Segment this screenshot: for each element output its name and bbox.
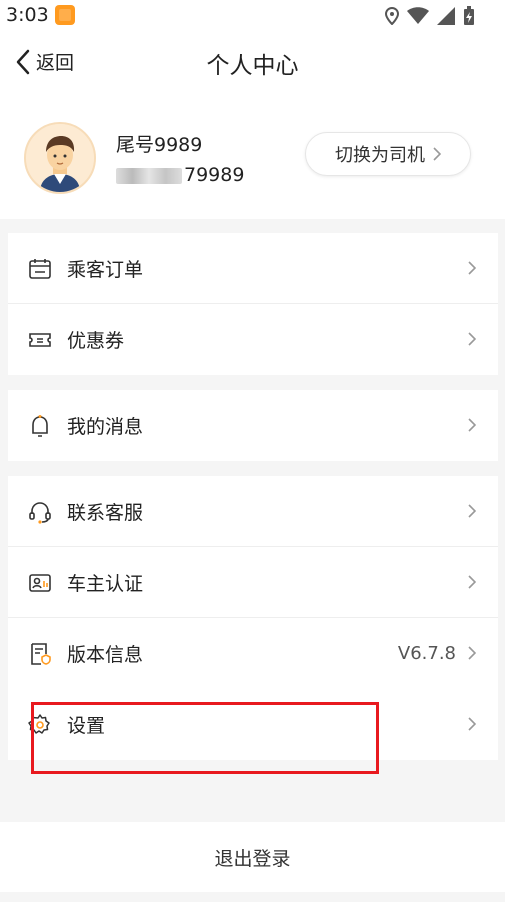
chevron-right-icon (468, 418, 476, 432)
location-icon (385, 7, 399, 25)
masked-phone-prefix (116, 167, 182, 184)
bell-icon (32, 415, 48, 437)
chevron-right-icon (468, 575, 476, 589)
chevron-right-icon (468, 504, 476, 518)
status-time: 3:03 (6, 4, 49, 26)
menu-item-version-info[interactable]: 版本信息 V6.7.8 (8, 618, 498, 689)
header: 返回 个人中心 (0, 32, 505, 92)
menu-item-label: 车主认证 (67, 573, 144, 595)
calendar-icon (29, 259, 51, 279)
status-bar: 3:03 (0, 0, 505, 32)
phone-suffix: 79989 (184, 164, 245, 186)
headset-icon (29, 502, 51, 524)
menu-card-orders: 乘客订单 优惠券 (8, 233, 498, 375)
chevron-right-icon (433, 147, 441, 161)
menu-item-label: 乘客订单 (67, 259, 144, 281)
chevron-right-icon (468, 717, 476, 731)
battery-icon (464, 6, 474, 25)
chevron-right-icon (468, 332, 476, 346)
page-title: 个人中心 (206, 53, 299, 79)
menu-item-label: 优惠券 (67, 330, 125, 352)
profile-section: 尾号9989 79989 切换为司机 (0, 92, 505, 219)
signal-icon (437, 7, 455, 25)
switch-to-driver-button[interactable]: 切换为司机 (305, 132, 471, 176)
avatar-illustration (26, 124, 94, 192)
app-notification-icon (55, 5, 75, 25)
menu-item-owner-verification[interactable]: 车主认证 (8, 547, 498, 618)
menu-item-label: 联系客服 (67, 502, 144, 524)
menu-item-label: 版本信息 (67, 644, 144, 666)
user-nickname: 尾号9989 (116, 134, 203, 156)
ticket-icon (29, 333, 51, 347)
status-icons (385, 6, 475, 26)
menu-item-label: 我的消息 (67, 416, 144, 438)
switch-label: 切换为司机 (335, 145, 425, 166)
version-icon (31, 643, 51, 665)
menu-item-passenger-orders[interactable]: 乘客订单 (8, 233, 498, 304)
version-value: V6.7.8 (397, 643, 456, 664)
menu-card-messages: 我的消息 (8, 390, 498, 461)
user-phone: 79989 (116, 164, 244, 186)
chevron-right-icon (468, 646, 476, 660)
menu-item-my-messages[interactable]: 我的消息 (8, 390, 498, 461)
menu-item-coupons[interactable]: 优惠券 (8, 304, 498, 375)
logout-button[interactable]: 退出登录 (0, 822, 505, 892)
id-card-icon (29, 574, 51, 592)
wifi-icon (407, 7, 429, 24)
chevron-right-icon (468, 261, 476, 275)
highlight-box (31, 702, 379, 774)
menu-item-customer-service[interactable]: 联系客服 (8, 476, 498, 547)
avatar[interactable] (24, 122, 96, 194)
